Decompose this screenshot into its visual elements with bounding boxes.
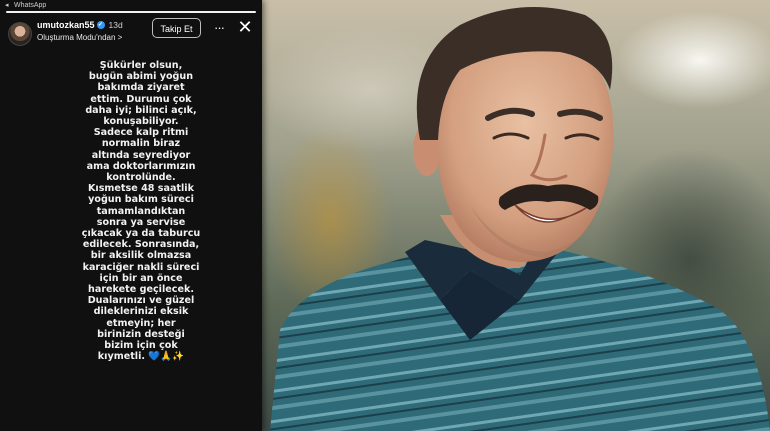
story-text-line: karaciğer nakli süreci <box>82 261 200 273</box>
story-text-line: ama doktorlarımızın <box>86 160 196 172</box>
story-text-line: edilecek. Sonrasında, <box>82 239 200 251</box>
status-bar: ◂ WhatsApp <box>0 0 262 11</box>
story-username-row[interactable]: umutozkan55 ✓ 13d <box>37 20 123 30</box>
verified-badge-icon: ✓ <box>96 20 105 29</box>
story-text-line: Şükürler olsun, <box>99 60 183 71</box>
story-text-line: altında seyrediyor <box>91 149 191 161</box>
story-text: Şükürler olsun, bugün abimi yoğun bakımda … <box>56 60 226 362</box>
story-text-line: için bir an önce <box>99 272 183 284</box>
story-text-line: bir aksilik olmazsa <box>90 250 192 262</box>
story-text-line: bizim için çok <box>104 340 178 352</box>
story-subtitle-link[interactable]: Oluşturma Modu'ndan > <box>37 33 122 42</box>
story-text-line: yoğun bakım süreci <box>88 194 194 206</box>
close-icon[interactable]: ✕ <box>235 17 255 37</box>
story-text-line: Dualarınızı ve güzel <box>87 295 195 307</box>
story-text-line: konuşabiliyor. <box>103 116 179 128</box>
story-username[interactable]: umutozkan55 <box>37 20 95 30</box>
story-text-line: birinizin desteği <box>97 328 185 340</box>
story-text-line: Kısmetse 48 saatlik <box>88 183 194 195</box>
story-text-line: Sadece kalp ritmi <box>93 127 189 139</box>
story-text-line: tamamlandıktan <box>96 205 186 217</box>
story-progress-bar <box>6 11 256 13</box>
more-options-icon[interactable]: ··· <box>211 18 227 38</box>
story-text-line: bugün abimi yoğun <box>88 71 194 83</box>
profile-avatar[interactable] <box>8 22 32 46</box>
story-panel: ◂ WhatsApp umutozkan55 ✓ 13d Oluşturma Mod… <box>0 0 262 431</box>
story-time: 13d <box>108 20 123 30</box>
story-text-line: ettim. Durumu çok <box>90 93 192 105</box>
story-text-line: daha iyi; bilinci açık, <box>85 104 197 116</box>
story-text-line: bakımda ziyaret <box>97 82 185 94</box>
follow-button[interactable]: Takip Et <box>152 18 201 38</box>
story-text-line: normalin biraz <box>101 138 181 150</box>
back-arrow-icon[interactable]: ◂ <box>5 0 9 11</box>
story-text-line: etmeyin; her <box>106 317 176 329</box>
status-app-name[interactable]: WhatsApp <box>14 0 46 11</box>
story-text-line: harekete geçilecek. <box>88 284 194 296</box>
story-text-line: kıymetli. 💙🙏✨ <box>97 351 185 363</box>
story-text-line: sonra ya servise <box>96 216 186 228</box>
story-text-line: dileklerinizi eksik <box>93 306 189 318</box>
story-text-line: kontrolünde. <box>106 172 176 184</box>
story-text-line: çıkacak ya da taburcu <box>81 228 201 240</box>
